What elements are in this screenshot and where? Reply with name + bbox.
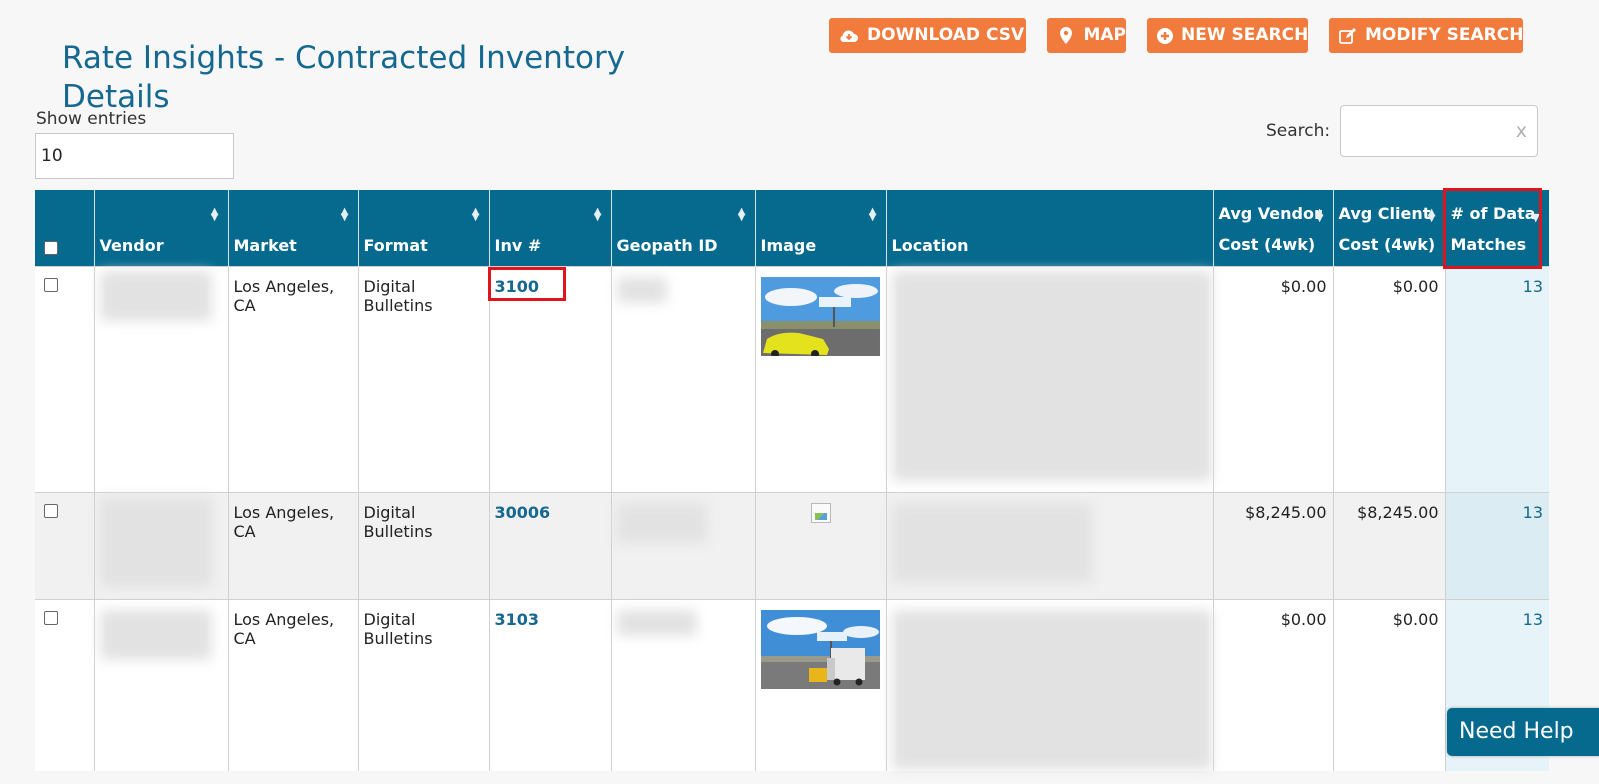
inv-link[interactable]: 3103: [495, 610, 540, 629]
table-row: Los Angeles, CA Digital Bulletins 30006 …: [35, 491, 1549, 599]
redacted-vendor: [99, 496, 212, 587]
table-row: Los Angeles, CA Digital Bulletins 3103 $…: [35, 598, 1549, 771]
row-checkbox[interactable]: [44, 610, 58, 625]
select-all-header: [35, 190, 94, 266]
vendor-cell: [93, 265, 228, 492]
inv-cell: 3100: [488, 265, 611, 492]
market-cell: Los Angeles, CA: [227, 598, 358, 771]
redacted-geopath: [616, 276, 667, 303]
new-search-button[interactable]: NEW SEARCH: [1147, 18, 1308, 53]
map-marker-icon: [1057, 27, 1075, 44]
image-cell: [754, 491, 886, 599]
search-label: Search:: [1266, 121, 1331, 141]
sort-icon: ▲ ▼: [737, 206, 746, 223]
search-input[interactable]: x: [1340, 105, 1538, 157]
row-checkbox[interactable]: [44, 503, 58, 518]
billboard-photo[interactable]: [761, 609, 880, 689]
column-header-location[interactable]: Location: [885, 190, 1213, 266]
billboard-photo[interactable]: [761, 276, 880, 356]
sort-icon: ▲ ▼: [210, 206, 219, 223]
column-header-format[interactable]: Format ▲ ▼: [357, 190, 489, 266]
format-cell: Digital Bulletins: [357, 265, 489, 492]
vendor-cell: [93, 598, 228, 771]
column-header-inv[interactable]: Inv # ▲ ▼: [488, 190, 611, 266]
market-cell: Los Angeles, CA: [227, 491, 358, 599]
entries-select[interactable]: 10: [35, 133, 234, 179]
data-matches-link[interactable]: 13: [1523, 610, 1543, 629]
column-header-image[interactable]: Image ▲ ▼: [754, 190, 886, 266]
sort-desc-icon: ▼: [1531, 211, 1540, 224]
plus-circle-icon: [1157, 27, 1173, 44]
broken-image-icon[interactable]: [810, 502, 831, 523]
avg-vendor-cost-cell: $8,245.00: [1212, 491, 1333, 599]
redacted-location: [891, 502, 1092, 583]
clear-search-icon[interactable]: x: [1516, 120, 1527, 142]
column-header-geopath[interactable]: Geopath ID ▲ ▼: [610, 190, 755, 266]
sort-icon: ▲ ▼: [471, 206, 480, 223]
inventory-table: Vendor ▲ ▼ Market ▲ ▼ Format ▲ ▼ Inv # ▲ ▼ Geopa…: [35, 190, 1549, 771]
market-cell: Los Angeles, CA: [227, 265, 358, 492]
sort-icon: ▲ ▼: [1315, 207, 1324, 224]
sort-icon: ▲ ▼: [1427, 207, 1436, 224]
vendor-cell: [93, 491, 228, 599]
redacted-vendor: [99, 270, 212, 321]
table-header-row: Vendor ▲ ▼ Market ▲ ▼ Format ▲ ▼ Inv # ▲ ▼ Geopa…: [35, 190, 1549, 266]
sort-icon: ▲ ▼: [593, 206, 602, 223]
avg-client-cost-cell: $8,245.00: [1332, 491, 1445, 599]
location-cell: [885, 598, 1213, 771]
download-csv-button[interactable]: DOWNLOAD CSV: [829, 18, 1026, 53]
data-matches-link[interactable]: 13: [1523, 277, 1543, 296]
avg-client-cost-cell: $0.00: [1332, 265, 1445, 492]
geopath-cell: [610, 265, 755, 492]
redacted-location: [891, 609, 1212, 770]
redacted-geopath: [616, 502, 707, 543]
location-cell: [885, 491, 1213, 599]
inv-cell: 30006: [488, 491, 611, 599]
geopath-cell: [610, 598, 755, 771]
sort-icon: ▲ ▼: [340, 206, 349, 223]
data-matches-cell: 13: [1444, 265, 1549, 492]
location-cell: [885, 265, 1213, 492]
redacted-vendor: [99, 609, 212, 660]
inv-link[interactable]: 30006: [495, 503, 551, 522]
image-cell: [754, 265, 886, 492]
column-header-market[interactable]: Market ▲ ▼: [227, 190, 358, 266]
geopath-cell: [610, 491, 755, 599]
page-title: Rate Insights - Contracted Inventory Det…: [62, 39, 626, 115]
column-header-vendor[interactable]: Vendor ▲ ▼: [93, 190, 228, 266]
avg-client-cost-cell: $0.00: [1332, 598, 1445, 771]
row-checkbox[interactable]: [44, 277, 58, 292]
map-label: MAP: [1083, 25, 1126, 45]
avg-vendor-cost-cell: $0.00: [1212, 265, 1333, 492]
sort-icon: ▲ ▼: [868, 206, 877, 223]
modify-search-label: MODIFY SEARCH: [1365, 25, 1524, 45]
select-all-checkbox[interactable]: [44, 240, 58, 255]
new-search-label: NEW SEARCH: [1181, 25, 1309, 45]
column-header-avg-client-cost[interactable]: Avg Client Cost (4wk) ▲ ▼: [1332, 190, 1445, 266]
download-csv-label: DOWNLOAD CSV: [867, 25, 1025, 45]
format-cell: Digital Bulletins: [357, 491, 489, 599]
inv-cell: 3103: [488, 598, 611, 771]
avg-vendor-cost-cell: $0.00: [1212, 598, 1333, 771]
data-matches-link[interactable]: 13: [1523, 503, 1543, 522]
edit-icon: [1339, 27, 1357, 44]
column-header-data-matches[interactable]: # of Data Matches ▼: [1444, 190, 1549, 266]
modify-search-button[interactable]: MODIFY SEARCH: [1329, 18, 1523, 53]
data-matches-cell: 13: [1444, 491, 1549, 599]
need-help-tab[interactable]: Need Help: [1447, 708, 1599, 756]
inv-link[interactable]: 3100: [495, 277, 540, 296]
cloud-download-icon: [839, 28, 859, 44]
redacted-location: [891, 270, 1212, 481]
format-cell: Digital Bulletins: [357, 598, 489, 771]
column-header-avg-vendor-cost[interactable]: Avg Vendor Cost (4wk) ▲ ▼: [1212, 190, 1333, 266]
table-row: Los Angeles, CA Digital Bulletins 3100 $…: [35, 265, 1549, 492]
image-cell: [754, 598, 886, 771]
show-entries-label: Show entries: [36, 109, 147, 129]
map-button[interactable]: MAP: [1047, 18, 1126, 53]
redacted-geopath: [616, 609, 697, 636]
